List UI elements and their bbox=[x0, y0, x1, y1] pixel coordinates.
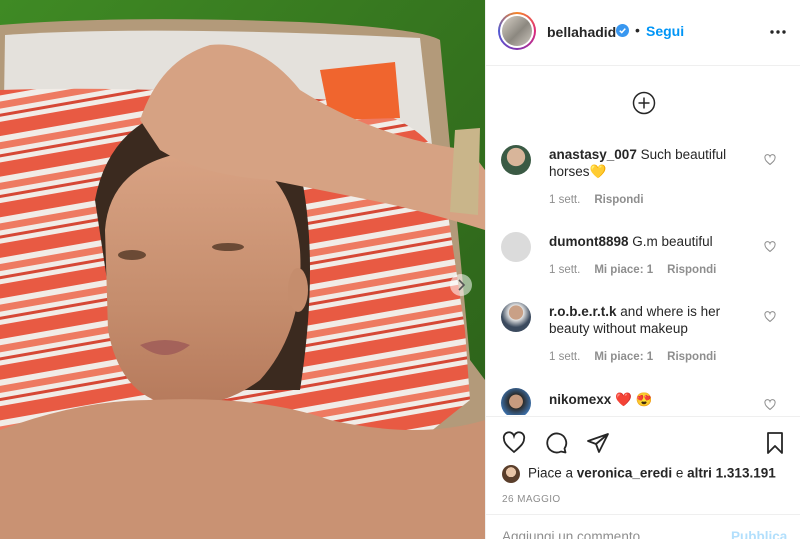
comment-username[interactable]: anastasy_007 bbox=[549, 147, 637, 162]
comment-meta: 1 sett. Mi piace: 1 Rispondi bbox=[549, 264, 730, 276]
comment-avatar[interactable] bbox=[501, 388, 531, 415]
comment-text: anastasy_007 Such beautiful horses💛 bbox=[549, 146, 754, 180]
comment-username[interactable]: nikomexx bbox=[549, 392, 611, 407]
author-avatar[interactable] bbox=[498, 12, 536, 50]
photo-illustration bbox=[0, 0, 485, 539]
likes-others[interactable]: altri 1.313.191 bbox=[687, 466, 776, 481]
verified-badge-icon bbox=[616, 24, 629, 37]
post-date[interactable]: 26 MAGGIO bbox=[502, 494, 561, 505]
comment-text: r.o.b.e.r.t.k and where is her beauty wi… bbox=[549, 303, 754, 337]
comment-text: nikomexx ❤️ 😍 bbox=[549, 391, 754, 408]
next-photo-button[interactable] bbox=[450, 274, 472, 296]
comment-username[interactable]: r.o.b.e.r.t.k bbox=[549, 304, 617, 319]
comment-likes[interactable]: Mi piace: 1 bbox=[594, 264, 653, 276]
comment-time[interactable]: 1 sett. bbox=[549, 351, 580, 363]
comment-meta: 1 sett. Rispondi bbox=[549, 194, 658, 206]
comment-avatar[interactable] bbox=[501, 232, 531, 262]
author-username[interactable]: bellahadid bbox=[547, 24, 616, 40]
post-actions: Piace a veronica_eredi e altri 1.313.191… bbox=[486, 416, 800, 513]
likes-summary[interactable]: Piace a veronica_eredi e altri 1.313.191 bbox=[502, 465, 776, 483]
post-header: bellahadid • Segui bbox=[486, 0, 800, 66]
heart-icon[interactable] bbox=[764, 311, 776, 323]
heart-icon[interactable] bbox=[764, 399, 776, 411]
publish-button[interactable]: Pubblica bbox=[731, 529, 787, 539]
likes-prefix: Piace a bbox=[528, 465, 574, 481]
separator-dot: • bbox=[635, 22, 640, 38]
comment-avatar[interactable] bbox=[501, 302, 531, 332]
comment-time[interactable]: 1 sett. bbox=[549, 194, 580, 206]
post-side-panel: bellahadid • Segui anastasy_007 Such bea… bbox=[485, 0, 800, 539]
chevron-right-icon bbox=[458, 279, 466, 291]
reply-button[interactable]: Rispondi bbox=[667, 351, 716, 363]
comment-username[interactable]: dumont8898 bbox=[549, 234, 629, 249]
reply-button[interactable]: Rispondi bbox=[667, 264, 716, 276]
comment-input[interactable] bbox=[502, 529, 712, 539]
heart-icon[interactable] bbox=[764, 154, 776, 166]
comment-text: dumont8898 G.m beautiful bbox=[549, 233, 754, 250]
comment-likes[interactable]: Mi piace: 1 bbox=[594, 351, 653, 363]
comment-emoji: ❤️ 😍 bbox=[615, 392, 653, 407]
likes-joiner: e bbox=[675, 465, 684, 481]
comment-meta: 1 sett. Mi piace: 1 Rispondi bbox=[549, 351, 730, 363]
reply-button[interactable]: Rispondi bbox=[594, 194, 643, 206]
comment-body: G.m beautiful bbox=[632, 234, 713, 249]
comments-list[interactable]: anastasy_007 Such beautiful horses💛 1 se… bbox=[486, 67, 800, 415]
comment-icon[interactable] bbox=[544, 431, 568, 455]
post-photo[interactable] bbox=[0, 0, 485, 539]
paper-plane-icon[interactable] bbox=[586, 431, 610, 455]
follow-button[interactable]: Segui bbox=[646, 23, 684, 39]
plus-circle-icon[interactable] bbox=[632, 91, 656, 115]
heart-icon[interactable] bbox=[502, 431, 526, 455]
comment-emoji: 💛 bbox=[589, 164, 607, 179]
comment-form: Pubblica bbox=[486, 514, 800, 539]
heart-icon[interactable] bbox=[764, 241, 776, 253]
comment-avatar[interactable] bbox=[501, 145, 531, 175]
liker-avatar bbox=[502, 465, 520, 483]
liker-username[interactable]: veronica_eredi bbox=[577, 466, 672, 481]
more-options-icon[interactable] bbox=[768, 22, 788, 42]
bookmark-icon[interactable] bbox=[763, 431, 787, 455]
comment-time[interactable]: 1 sett. bbox=[549, 264, 580, 276]
